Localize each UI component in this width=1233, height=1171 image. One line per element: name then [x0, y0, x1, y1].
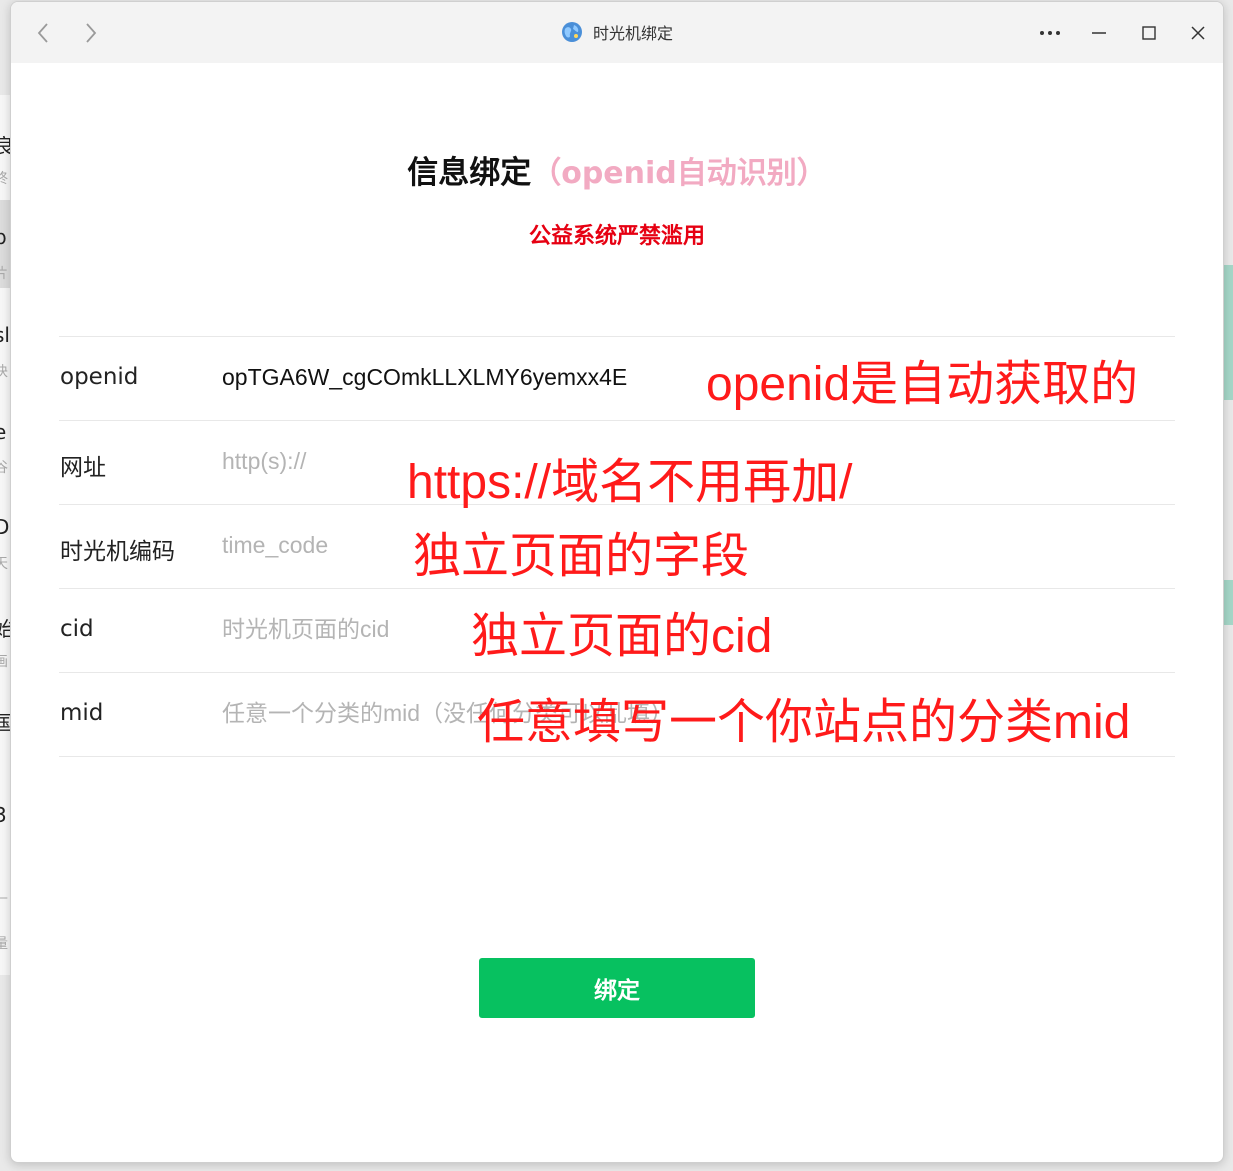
annotation-time-code: 独立页面的字段: [413, 530, 750, 583]
minimize-button[interactable]: [1081, 16, 1117, 50]
url-label: 网址: [60, 455, 106, 481]
time-code-label: 时光机编码: [60, 539, 175, 565]
background-fragment: 量: [0, 933, 8, 953]
background-fragment: —: [0, 890, 8, 906]
openid-label: openid: [60, 364, 139, 390]
more-icon: [1040, 31, 1060, 35]
maximize-button[interactable]: [1131, 16, 1167, 50]
page-title-hint: （openid自动识别）: [531, 156, 827, 191]
maximize-icon: [1142, 26, 1156, 40]
background-fragment: sl: [0, 323, 10, 347]
background-fragment: b: [0, 225, 7, 249]
background-fragment: 3: [0, 803, 7, 827]
annotation-url: https://域名不用再加/: [407, 456, 853, 509]
background-fragment: 块: [0, 361, 8, 381]
background-fragment: 画: [0, 651, 8, 671]
background-fragment: D: [0, 515, 9, 539]
bind-button[interactable]: 绑定: [479, 958, 755, 1018]
background-fragment: 终: [0, 168, 8, 188]
warning-notice: 公益系统严禁滥用: [528, 224, 705, 249]
close-icon: [1191, 26, 1205, 40]
page-title: 信息绑定（openid自动识别）: [11, 147, 1223, 192]
background-fragment: 谷: [0, 457, 8, 477]
background-fragment: 天: [0, 553, 8, 573]
title-bar: 时光机绑定: [11, 2, 1223, 63]
minimize-icon: [1092, 32, 1106, 34]
annotation-cid: 独立页面的cid: [471, 610, 773, 663]
cid-label: cid: [60, 616, 94, 642]
binding-window: 时光机绑定 信息绑定（openid自动识别） 公益系统严禁滥用 openid o…: [10, 1, 1224, 1163]
more-button[interactable]: [1032, 16, 1068, 50]
page-title-text: 信息绑定: [407, 155, 532, 191]
globe-icon: [561, 21, 583, 47]
openid-value: opTGA6W_cgCOmkLLXLMY6yemxx4E: [222, 364, 628, 390]
background-fragment: 片: [0, 263, 8, 283]
window-title: 时光机绑定: [592, 24, 673, 43]
annotation-mid: 任意填写一个你站点的分类mid: [477, 696, 1131, 749]
close-button[interactable]: [1180, 16, 1216, 50]
background-fragment: e: [0, 420, 6, 444]
annotation-openid: openid是自动获取的: [706, 358, 1139, 411]
mid-label: mid: [60, 700, 104, 726]
